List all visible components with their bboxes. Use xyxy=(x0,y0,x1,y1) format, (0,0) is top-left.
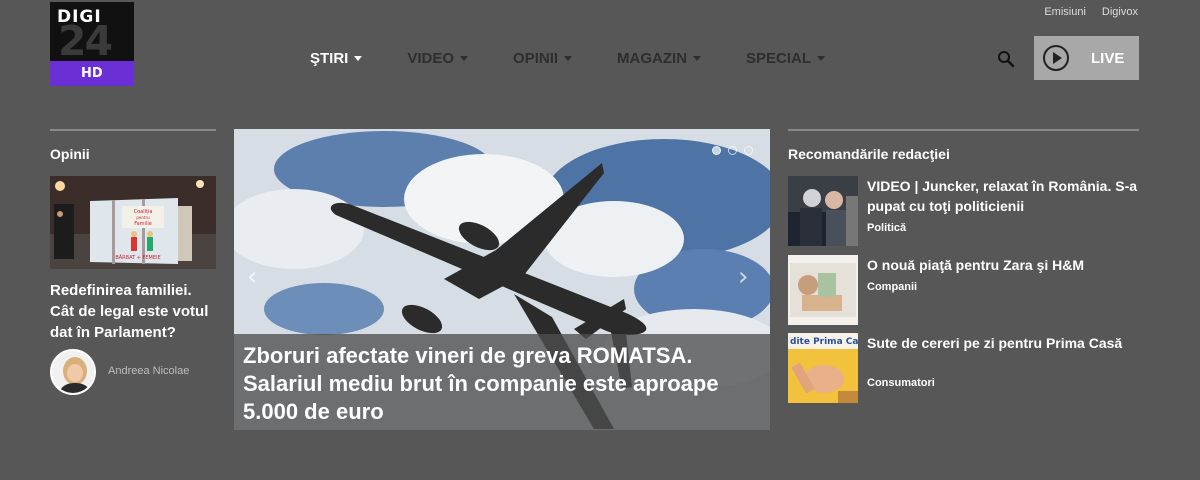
opinii-section-title: Opinii xyxy=(50,146,90,162)
thumb-text: dite Prima Ca xyxy=(790,337,858,347)
nav-video[interactable]: VIDEO xyxy=(407,50,469,67)
main-nav: ŞTIRI VIDEO OPINII MAGAZIN SPECIAL xyxy=(310,50,870,67)
chevron-down-icon xyxy=(693,56,702,61)
logo-line2: 24 xyxy=(58,17,113,65)
recommendations-title: Recomandările redacţiei xyxy=(788,146,950,162)
chevron-down-icon xyxy=(354,56,363,61)
article-category[interactable]: Consumatori xyxy=(867,377,935,389)
toplink-digivox[interactable]: Digivox xyxy=(1102,6,1138,18)
opinii-article-title[interactable]: Redefinirea familiei. Cât de legal este … xyxy=(50,280,218,343)
poster-text: Familie xyxy=(134,221,152,227)
article-category[interactable]: Companii xyxy=(867,281,917,293)
poster-text: pentru xyxy=(136,215,150,220)
hero-caption[interactable]: Zboruri afectate vineri de greva ROMATSA… xyxy=(234,334,770,430)
article-thumbnail[interactable] xyxy=(788,176,858,246)
slider-dot[interactable] xyxy=(728,146,737,155)
play-circle-icon xyxy=(1043,45,1069,71)
top-links: Emisiuni Digivox xyxy=(1044,6,1138,18)
article-title[interactable]: Sute de cereri pe zi pentru Prima Casă xyxy=(867,333,1147,353)
chevron-down-icon xyxy=(564,56,573,61)
article-category[interactable]: Politică xyxy=(867,222,906,234)
chevron-left-icon[interactable]: ‹ xyxy=(247,262,257,292)
chevron-right-icon[interactable]: › xyxy=(738,262,748,292)
live-button[interactable]: LIVE xyxy=(1034,36,1139,80)
nav-label: MAGAZIN xyxy=(617,50,688,67)
nav-label: OPINII xyxy=(513,50,559,67)
opinii-divider xyxy=(50,129,216,131)
nav-stiri[interactable]: ŞTIRI xyxy=(310,50,363,67)
article-title[interactable]: VIDEO | Juncker, relaxat în România. S-a… xyxy=(867,176,1147,216)
article-title[interactable]: O nouă piaţă pentru Zara şi H&M xyxy=(867,255,1147,275)
list-item[interactable]: VIDEO | Juncker, relaxat în România. S-a… xyxy=(788,176,1148,246)
author-name[interactable]: Andreea Nicolae xyxy=(108,365,189,377)
chevron-down-icon xyxy=(817,56,826,61)
toplink-emisiuni[interactable]: Emisiuni xyxy=(1044,6,1086,18)
chevron-down-icon xyxy=(460,56,469,61)
list-item[interactable]: dite Prima Ca Sute de cereri pe zi pentr… xyxy=(788,333,1148,403)
slider-dot[interactable] xyxy=(712,146,721,155)
logo-hd-label: HD xyxy=(81,66,103,81)
hero-slider[interactable]: Zboruri afectate vineri de greva ROMATSA… xyxy=(234,129,770,430)
nav-magazin[interactable]: MAGAZIN xyxy=(617,50,702,67)
nav-special[interactable]: SPECIAL xyxy=(746,50,826,67)
nav-opinii[interactable]: OPINII xyxy=(513,50,573,67)
article-thumbnail[interactable]: dite Prima Ca xyxy=(788,333,858,403)
article-thumbnail[interactable] xyxy=(788,255,858,325)
digi24-logo[interactable]: DIGI 24 HD xyxy=(50,2,134,86)
list-item[interactable]: O nouă piaţă pentru Zara şi H&M Companii xyxy=(788,255,1148,325)
search-icon[interactable] xyxy=(997,50,1015,68)
poster-text: BĂRBAT + FEMEIE xyxy=(115,254,160,261)
opinii-article-image[interactable]: Coaliția pentru Familie BĂRBAT + FEMEIE xyxy=(50,176,216,269)
nav-label: VIDEO xyxy=(407,50,455,67)
live-label: LIVE xyxy=(1091,49,1125,67)
avatar[interactable] xyxy=(50,349,96,395)
recommendations-divider xyxy=(788,129,1139,131)
slider-dot[interactable] xyxy=(744,146,753,155)
slider-dots xyxy=(712,146,753,155)
nav-label: ŞTIRI xyxy=(310,50,349,67)
nav-label: SPECIAL xyxy=(746,50,812,67)
